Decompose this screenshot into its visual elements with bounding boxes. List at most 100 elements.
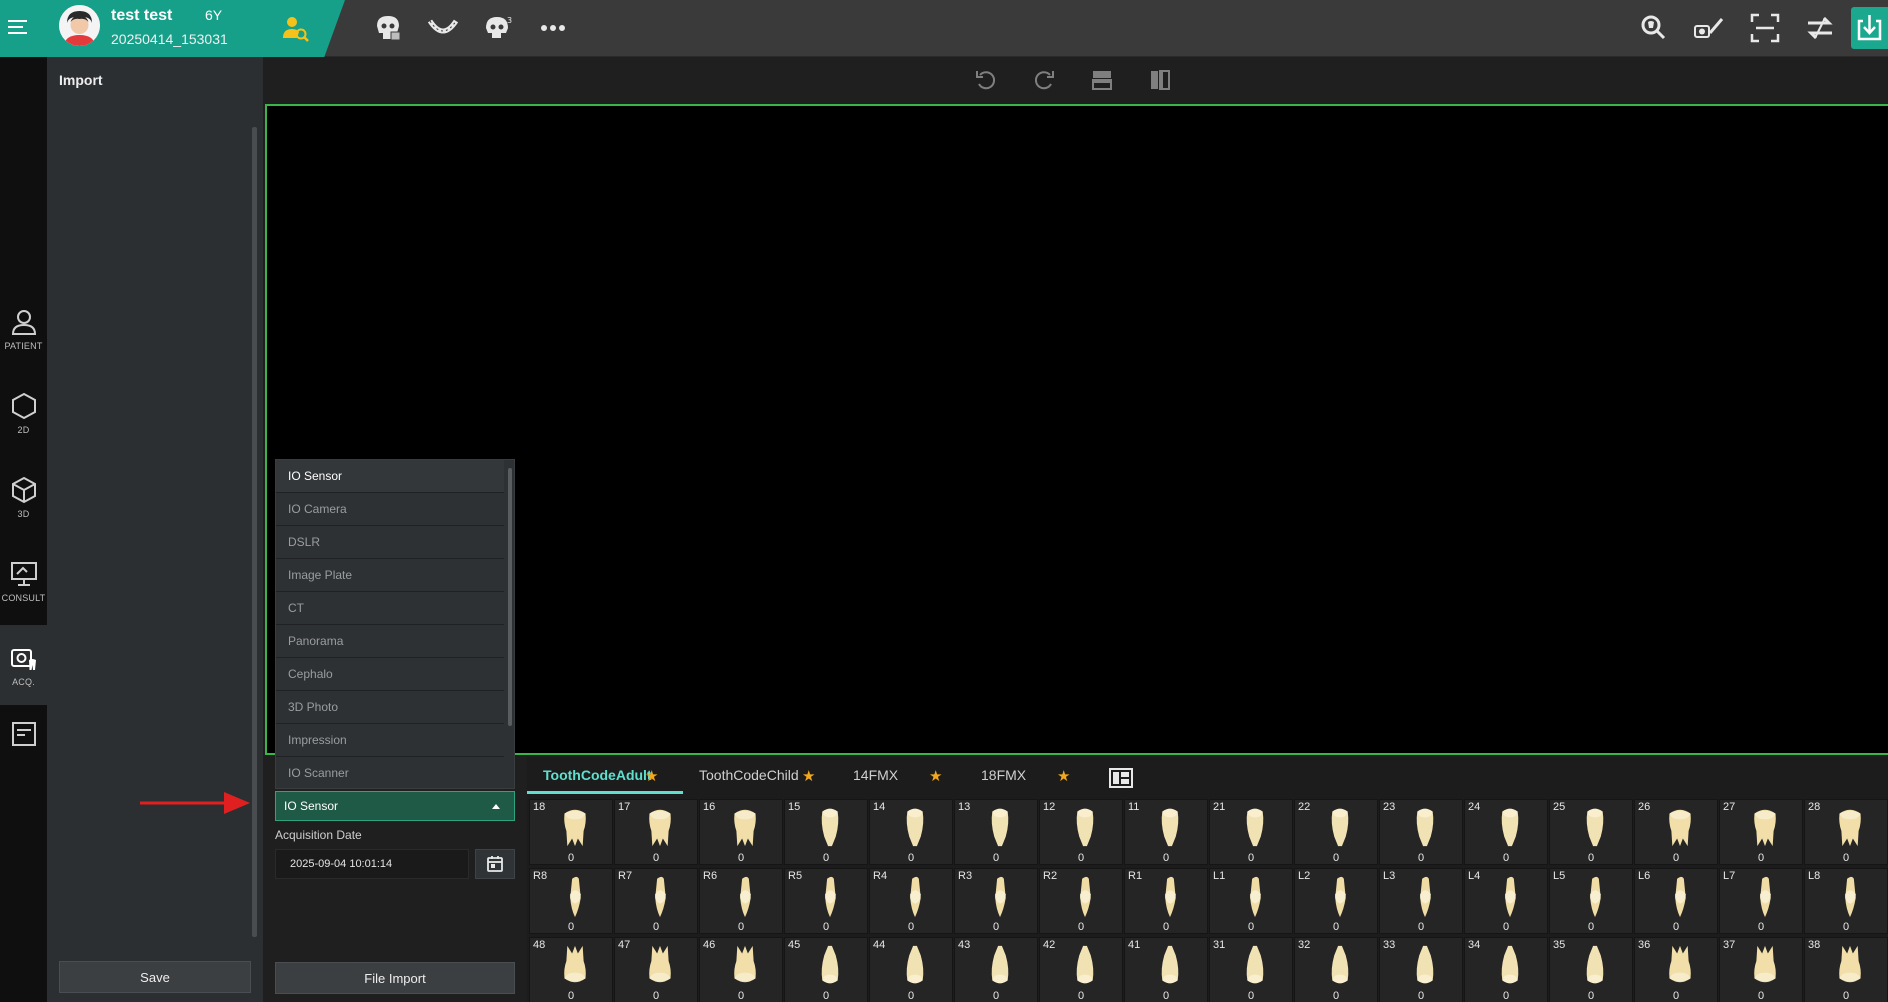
tooth-cell[interactable]: 48 0 (529, 937, 613, 1002)
tooth-cell[interactable]: 32 0 (1294, 937, 1378, 1002)
nav-3d[interactable]: 3D (0, 457, 47, 537)
flip-vertical-icon[interactable] (1089, 67, 1115, 93)
tooth-cell[interactable]: 25 0 (1549, 799, 1633, 865)
tooth-code: 22 (1298, 801, 1311, 813)
tooth-cell[interactable]: L2 0 (1294, 868, 1378, 934)
tooth-cell[interactable]: L4 0 (1464, 868, 1548, 934)
tooth-cell[interactable]: 21 0 (1209, 799, 1293, 865)
tooth-image-count: 0 (1162, 921, 1170, 933)
tooth-cell[interactable]: 37 0 (1719, 937, 1803, 1002)
tooth-cell[interactable]: 14 0 (869, 799, 953, 865)
modality-option[interactable]: IO Camera (276, 493, 504, 526)
save-button[interactable]: Save (59, 961, 251, 993)
hamburger-menu-icon[interactable] (8, 14, 32, 40)
favorite-star-icon[interactable]: ★ (802, 767, 815, 785)
skull-side-icon[interactable]: 3 (481, 11, 515, 45)
tab-tooth-code-child[interactable]: ToothCodeChild (699, 767, 799, 797)
tooth-cell[interactable]: 26 0 (1634, 799, 1718, 865)
layout-grid-icon[interactable] (1109, 768, 1133, 788)
acquisition-date-input[interactable]: 2025-09-04 10:01:14 (275, 849, 469, 879)
tooth-cell[interactable]: R5 0 (784, 868, 868, 934)
transfer-icon[interactable] (1803, 11, 1837, 45)
patient-avatar[interactable] (59, 5, 100, 46)
tooth-cell[interactable]: 11 0 (1124, 799, 1208, 865)
modality-option[interactable]: IO Scanner (276, 757, 504, 790)
tooth-image-count: 0 (567, 921, 575, 933)
tooth-cell[interactable]: R1 0 (1124, 868, 1208, 934)
tooth-cell[interactable]: 15 0 (784, 799, 868, 865)
modality-option[interactable]: Impression (276, 724, 504, 757)
favorite-star-icon[interactable]: ★ (645, 767, 658, 785)
nav-report[interactable] (0, 709, 47, 759)
tooth-cell[interactable]: 22 0 (1294, 799, 1378, 865)
tooth-cell[interactable]: 17 0 (614, 799, 698, 865)
modality-option[interactable]: Panorama (276, 625, 504, 658)
favorite-star-icon[interactable]: ★ (929, 767, 942, 785)
tooth-cell[interactable]: 41 0 (1124, 937, 1208, 1002)
modality-option[interactable]: Cephalo (276, 658, 504, 691)
tooth-cell[interactable]: 27 0 (1719, 799, 1803, 865)
tooth-cell[interactable]: 43 0 (954, 937, 1038, 1002)
scan-frame-icon[interactable] (1748, 11, 1782, 45)
tooth-cell[interactable]: R4 0 (869, 868, 953, 934)
file-import-button[interactable]: File Import (275, 962, 515, 994)
nav-acquisition[interactable]: ACQ. (0, 625, 47, 705)
tooth-cell[interactable]: L3 0 (1379, 868, 1463, 934)
tooth-cell[interactable]: 12 0 (1039, 799, 1123, 865)
tooth-cell[interactable]: 24 0 (1464, 799, 1548, 865)
tooth-cell[interactable]: 28 0 (1804, 799, 1888, 865)
tooth-cell[interactable]: L1 0 (1209, 868, 1293, 934)
export-download-button[interactable] (1851, 7, 1888, 49)
tooth-cell[interactable]: R7 0 (614, 868, 698, 934)
tab-14fmx[interactable]: 14FMX (853, 767, 898, 797)
dental-arch-icon[interactable] (426, 11, 460, 45)
tooth-cell[interactable]: 38 0 (1804, 937, 1888, 1002)
tooth-cell[interactable]: 47 0 (614, 937, 698, 1002)
tooth-cell[interactable]: R8 0 (529, 868, 613, 934)
modality-option[interactable]: Image Plate (276, 559, 504, 592)
tooth-cell[interactable]: 16 0 (699, 799, 783, 865)
tooth-cell[interactable]: L6 0 (1634, 868, 1718, 934)
tooth-cell[interactable]: L7 0 (1719, 868, 1803, 934)
modality-option[interactable]: DSLR (276, 526, 504, 559)
tooth-cell[interactable]: 34 0 (1464, 937, 1548, 1002)
tooth-cell[interactable]: 35 0 (1549, 937, 1633, 1002)
tab-18fmx[interactable]: 18FMX (981, 767, 1026, 797)
modality-option[interactable]: IO Sensor (276, 460, 504, 493)
tooth-cell[interactable]: R3 0 (954, 868, 1038, 934)
side-panel-scrollbar[interactable] (252, 127, 257, 937)
tooth-cell[interactable]: 44 0 (869, 937, 953, 1002)
rotate-left-icon[interactable] (973, 67, 999, 93)
tooth-search-icon[interactable] (1636, 11, 1670, 45)
calendar-icon[interactable] (475, 849, 515, 879)
skull-3d-icon[interactable] (371, 11, 405, 45)
modality-option[interactable]: 3D Photo (276, 691, 504, 724)
modality-select[interactable]: IO Sensor (275, 791, 515, 821)
favorite-star-icon[interactable]: ★ (1057, 767, 1070, 785)
top-header: test test 6Y 20250414_153031 3 (0, 0, 1888, 57)
tooth-cell[interactable]: 45 0 (784, 937, 868, 1002)
tooth-cell[interactable]: L8 0 (1804, 868, 1888, 934)
more-options-icon[interactable] (536, 11, 570, 45)
camera-tool-icon[interactable] (1692, 11, 1726, 45)
tooth-cell[interactable]: R2 0 (1039, 868, 1123, 934)
tooth-cell[interactable]: 18 0 (529, 799, 613, 865)
tooth-cell[interactable]: 36 0 (1634, 937, 1718, 1002)
flip-horizontal-icon[interactable] (1147, 67, 1173, 93)
modality-option[interactable]: CT (276, 592, 504, 625)
dropdown-scrollbar[interactable] (508, 468, 512, 726)
tooth-cell[interactable]: 23 0 (1379, 799, 1463, 865)
tooth-cell[interactable]: 42 0 (1039, 937, 1123, 1002)
patient-search-icon[interactable] (280, 13, 310, 43)
rotate-right-icon[interactable] (1031, 67, 1057, 93)
nav-consult[interactable]: CONSULT (0, 541, 47, 621)
tooth-cell[interactable]: 13 0 (954, 799, 1038, 865)
tooth-cell[interactable]: R6 0 (699, 868, 783, 934)
tooth-cell[interactable]: 33 0 (1379, 937, 1463, 1002)
tooth-cell[interactable]: 46 0 (699, 937, 783, 1002)
nav-patient-label: PATIENT (4, 341, 43, 351)
tooth-cell[interactable]: L5 0 (1549, 868, 1633, 934)
nav-patient[interactable]: PATIENT (0, 289, 47, 369)
nav-2d[interactable]: 2D (0, 373, 47, 453)
tooth-cell[interactable]: 31 0 (1209, 937, 1293, 1002)
